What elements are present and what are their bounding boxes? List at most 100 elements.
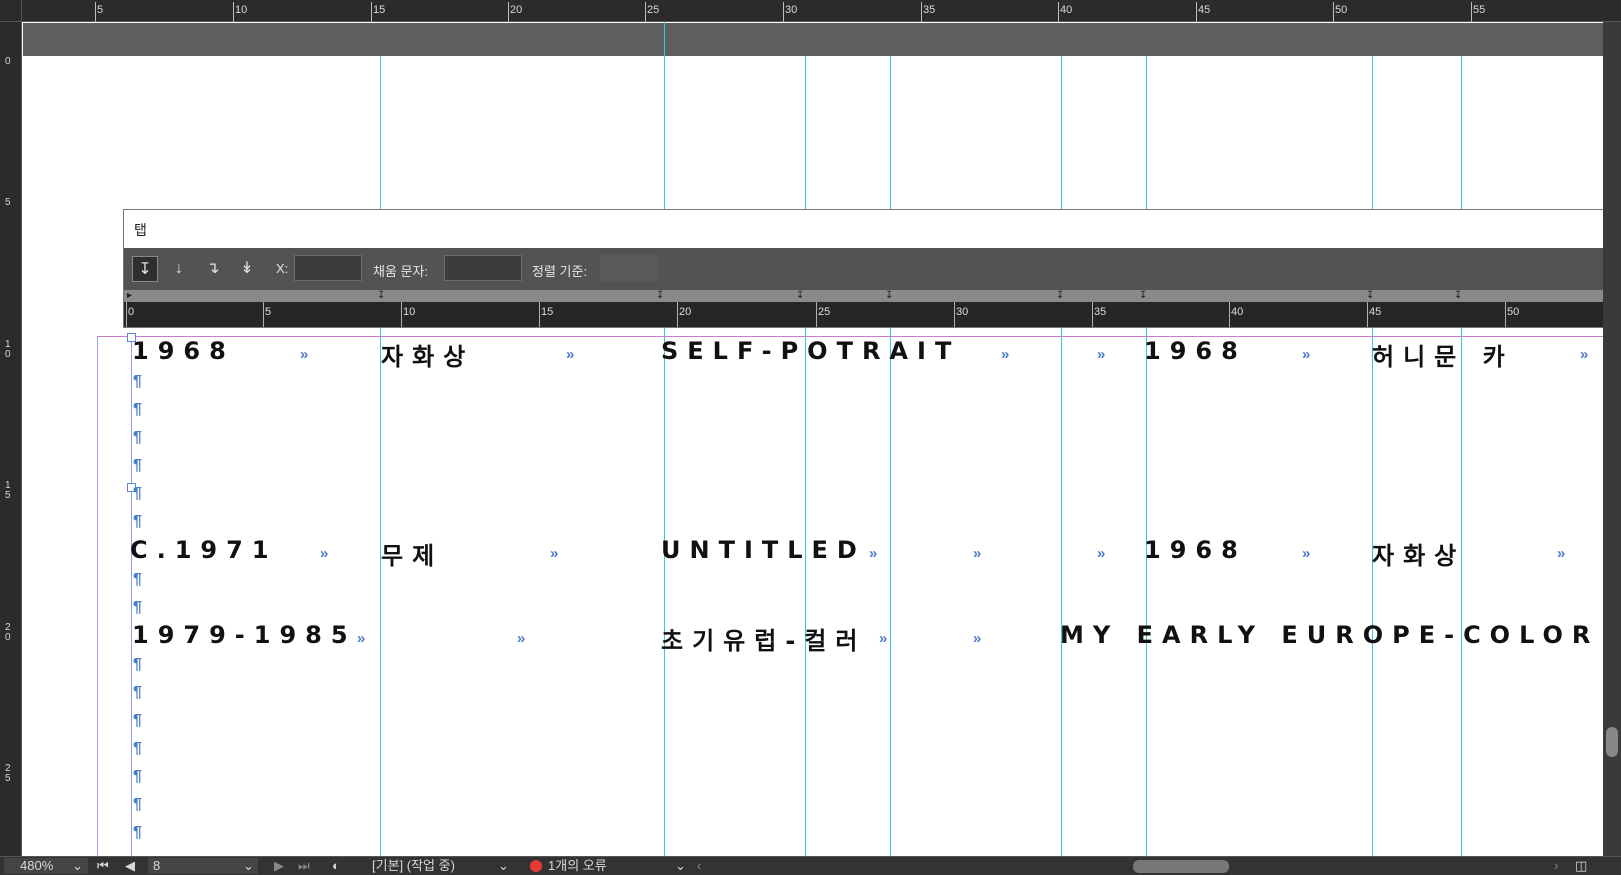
paragraph-mark: ¶ bbox=[133, 457, 142, 474]
x-position-input[interactable] bbox=[294, 255, 362, 281]
horizontal-scroll-thumb[interactable] bbox=[1133, 860, 1229, 873]
paragraph-mark: ¶ bbox=[133, 513, 142, 530]
paragraph-mark: ¶ bbox=[133, 485, 142, 502]
ruler-tick bbox=[645, 2, 646, 22]
zoom-dropdown-icon[interactable]: ⌄ bbox=[72, 858, 83, 874]
page-style-label[interactable]: [기본] (작업 중) bbox=[372, 858, 455, 874]
tab-stop-marker[interactable]: ↧ bbox=[377, 290, 385, 302]
tab-character: » bbox=[869, 545, 878, 562]
ruler-label: 30 bbox=[785, 4, 798, 16]
tab-character: » bbox=[1557, 545, 1566, 562]
ruler-label: 50 bbox=[1335, 4, 1348, 16]
tab-stop-marker[interactable]: ↧ bbox=[885, 290, 893, 302]
page-number-field[interactable] bbox=[148, 858, 258, 874]
ruler-tick bbox=[783, 2, 784, 22]
align-on-decimal-tab-button[interactable]: ↡ bbox=[234, 256, 260, 282]
cell-row1-title-en[interactable]: SELF-POTRAIT bbox=[661, 337, 960, 365]
align-on-input[interactable] bbox=[600, 255, 658, 281]
error-count[interactable]: 1개의 오류 bbox=[548, 858, 607, 874]
cell-row3-title-en[interactable]: MY EARLY EUROPE-COLOR bbox=[1060, 621, 1599, 649]
paragraph-mark: ¶ bbox=[133, 373, 142, 390]
vertical-ruler[interactable]: 0 5 10 15 20 25 bbox=[0, 22, 22, 857]
x-position-label: X: bbox=[276, 261, 289, 276]
right-justified-tab-button[interactable]: ↴ bbox=[200, 256, 226, 282]
paragraph-mark: ¶ bbox=[133, 684, 142, 701]
cell-row2-title2[interactable]: 자화상 bbox=[1372, 536, 1465, 571]
cell-row1-title2[interactable]: 허니문 카 bbox=[1372, 337, 1514, 372]
paragraph-mark: ¶ bbox=[133, 712, 142, 729]
cell-row2-year[interactable]: C.1971 bbox=[130, 536, 278, 564]
tabs-ruler-tick bbox=[677, 302, 678, 327]
tabs-ruler-label: 0 bbox=[128, 306, 135, 318]
cell-row1-title-ko[interactable]: 자화상 bbox=[381, 337, 474, 372]
tabs-ruler-label: 30 bbox=[956, 306, 969, 318]
tabs-ruler-label: 10 bbox=[403, 306, 416, 318]
cell-row2-year2[interactable]: 1968 bbox=[1144, 536, 1247, 564]
cell-row2-title-en[interactable]: UNTITLED bbox=[661, 536, 866, 564]
split-view-icon[interactable]: ◫ bbox=[1575, 858, 1587, 874]
page-number[interactable]: 8 bbox=[153, 858, 160, 874]
text-frame-inset-guide bbox=[131, 336, 132, 856]
cell-row3-year[interactable]: 1979-1985 bbox=[132, 621, 357, 649]
tab-stop-marker[interactable]: ↧ bbox=[796, 290, 804, 302]
tabs-panel-title[interactable]: 탭 bbox=[124, 210, 1620, 248]
tab-character: » bbox=[879, 630, 888, 647]
tabs-ruler-tick bbox=[263, 302, 264, 327]
tabs-ruler-tick bbox=[1505, 302, 1506, 327]
vertical-scroll-thumb[interactable] bbox=[1606, 727, 1618, 757]
tabs-ruler-tick bbox=[401, 302, 402, 327]
tab-character: » bbox=[550, 545, 559, 562]
next-page-icon[interactable]: ▶ bbox=[274, 858, 284, 874]
ruler-tick bbox=[371, 2, 372, 22]
ruler-tick bbox=[1196, 2, 1197, 22]
tab-stop-strip[interactable]: ▸ ↧ ↧ ↧ ↧ ↧ ↧ ↧ ↧ bbox=[124, 290, 1620, 302]
scroll-left-icon[interactable]: ‹ bbox=[697, 858, 701, 874]
preflight-icon[interactable]: ◐ bbox=[332, 858, 340, 874]
tabs-panel[interactable]: 탭 ↧ ↓ ↴ ↡ X: 채움 문자: 정렬 기준: ▸ ↧ ↧ ↧ ↧ ↧ ↧… bbox=[123, 209, 1621, 328]
tab-stop-marker[interactable]: ↧ bbox=[1056, 290, 1064, 302]
align-on-label: 정렬 기준: bbox=[532, 264, 588, 279]
tab-character: » bbox=[973, 545, 982, 562]
scroll-right-icon[interactable]: › bbox=[1554, 858, 1558, 874]
errors-dropdown-icon[interactable]: ⌄ bbox=[675, 858, 686, 874]
ruler-label: 55 bbox=[1473, 4, 1486, 16]
tab-stop-marker[interactable]: ↧ bbox=[656, 290, 664, 302]
style-dropdown-icon[interactable]: ⌄ bbox=[498, 858, 509, 874]
center-justified-tab-button[interactable]: ↓ bbox=[166, 256, 192, 282]
tabs-ruler-tick bbox=[1092, 302, 1093, 327]
tab-stop-marker[interactable]: ↧ bbox=[1366, 290, 1374, 302]
tab-character: » bbox=[1097, 545, 1106, 562]
paragraph-mark: ¶ bbox=[133, 796, 142, 813]
tab-stop-marker[interactable]: ↧ bbox=[1139, 290, 1147, 302]
tab-stop-marker[interactable]: ↧ bbox=[1454, 290, 1462, 302]
ruler-origin-corner[interactable] bbox=[0, 0, 22, 22]
previous-page-icon[interactable]: ◀ bbox=[125, 858, 135, 874]
zoom-level[interactable]: 480% bbox=[20, 858, 53, 874]
leader-label: 채움 문자: bbox=[373, 264, 429, 279]
first-page-icon[interactable]: ⏮ bbox=[97, 858, 109, 874]
cell-row3-title-ko[interactable]: 초기유럽-컬러 bbox=[661, 621, 866, 656]
text-frame[interactable] bbox=[97, 336, 1607, 856]
leader-input[interactable] bbox=[444, 255, 522, 281]
tabs-ruler[interactable]: 0 5 10 15 20 25 30 35 40 45 50 bbox=[124, 302, 1620, 327]
cell-row2-title-ko[interactable]: 무제 bbox=[381, 536, 443, 571]
tab-character: » bbox=[300, 346, 309, 363]
tab-character: » bbox=[1001, 346, 1010, 363]
tabs-ruler-label: 50 bbox=[1507, 306, 1520, 318]
indent-marker[interactable]: ▸ bbox=[127, 290, 132, 302]
tabs-ruler-label: 5 bbox=[265, 306, 272, 318]
cell-row1-year2[interactable]: 1968 bbox=[1144, 337, 1247, 365]
paragraph-mark: ¶ bbox=[133, 571, 142, 588]
ruler-label: 35 bbox=[923, 4, 936, 16]
decimal-tab-icon: ↡ bbox=[240, 260, 254, 277]
tab-character: » bbox=[1302, 346, 1311, 363]
tabs-ruler-label: 45 bbox=[1369, 306, 1382, 318]
horizontal-ruler[interactable]: 5 10 15 20 25 30 35 40 45 50 55 bbox=[0, 0, 1621, 22]
page-dropdown-icon[interactable]: ⌄ bbox=[243, 858, 254, 874]
tabs-ruler-label: 25 bbox=[818, 306, 831, 318]
status-bar: 480% ⌄ ⏮ ◀ 8 ⌄ ▶ ⏭ ◐ [기본] (작업 중) ⌄ 1개의 오… bbox=[0, 856, 1621, 875]
paragraph-mark: ¶ bbox=[133, 824, 142, 841]
last-page-icon[interactable]: ⏭ bbox=[298, 858, 310, 874]
left-justified-tab-button[interactable]: ↧ bbox=[132, 256, 158, 282]
cell-row1-year[interactable]: 1968 bbox=[132, 337, 235, 365]
